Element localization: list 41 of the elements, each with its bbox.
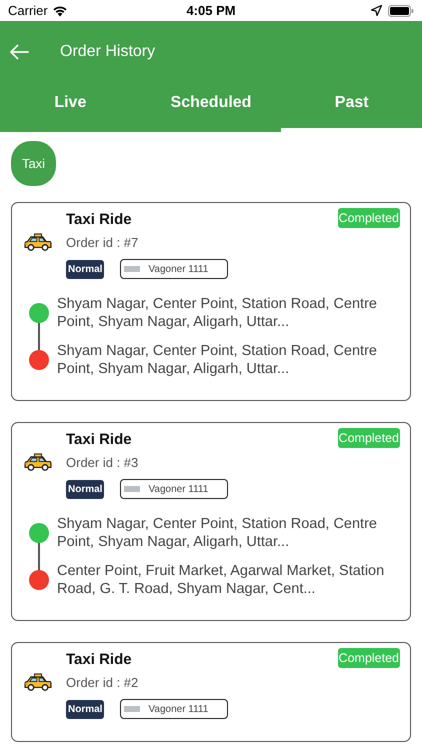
status-badge: Completed xyxy=(338,648,400,668)
status-badge: Completed xyxy=(338,208,400,228)
ride-title: Taxi Ride xyxy=(66,211,133,228)
ride-title: Taxi Ride xyxy=(66,651,133,668)
dropoff-address: Shyam Nagar, Center Point, Station Road, Centre Point, Shyam Nagar, Aligarh, Uttar... xyxy=(57,342,378,378)
dropoff-dot xyxy=(29,350,49,370)
plate-icon xyxy=(124,706,140,712)
order-id: Order id : #7 xyxy=(66,235,140,250)
vehicle-name: Vagoner 1111 xyxy=(148,264,208,274)
order-id: Order id : #2 xyxy=(66,675,140,690)
order-card[interactable] xyxy=(11,202,411,401)
plate-icon xyxy=(124,266,140,272)
ride-type-badge: Normal xyxy=(66,700,104,718)
order-card[interactable]: Taxi Ride Order id : #2 Normal Vagoner 1111 Completed xyxy=(11,642,411,742)
status-badge: Completed xyxy=(338,428,400,448)
ride-type-badge: Normal xyxy=(66,480,104,498)
battery-icon xyxy=(388,4,414,16)
vehicle-name: Vagoner 1111 xyxy=(148,484,208,494)
vehicle-name: Vagoner 1111 xyxy=(148,704,208,714)
order-id: Order id : #3 xyxy=(66,455,140,470)
clock-time: 4:05 PM xyxy=(186,3,236,18)
back-arrow-icon xyxy=(9,44,29,60)
tab[interactable]: Past xyxy=(281,83,422,132)
pickup-dot xyxy=(29,303,49,323)
tab[interactable]: Live xyxy=(0,83,141,132)
order-card[interactable] xyxy=(11,422,411,621)
pickup-dot xyxy=(29,523,49,543)
plate-icon xyxy=(124,486,140,492)
carrier-label: Carrier xyxy=(8,3,48,18)
dropoff-dot xyxy=(29,570,49,590)
dropoff-address: Center Point, Fruit Market, Agarwal Market, Station Road, G. T. Road, Shyam Nagar, Cent... xyxy=(57,562,386,598)
ride-type-badge: Normal xyxy=(66,260,104,278)
wifi-icon xyxy=(52,4,68,16)
pickup-address: Shyam Nagar, Center Point, Station Road, Centre Point, Shyam Nagar, Aligarh, Uttar... xyxy=(57,515,378,551)
pickup-address: Shyam Nagar, Center Point, Station Road, Centre Point, Shyam Nagar, Aligarh, Uttar... xyxy=(57,295,378,331)
filter-chip[interactable]: Taxi xyxy=(11,141,56,186)
tab[interactable]: Scheduled xyxy=(140,83,282,132)
ride-title: Taxi Ride xyxy=(66,431,133,448)
back-button[interactable] xyxy=(9,44,29,60)
location-arrow-icon xyxy=(371,5,382,16)
page-title: Order History xyxy=(60,43,156,61)
